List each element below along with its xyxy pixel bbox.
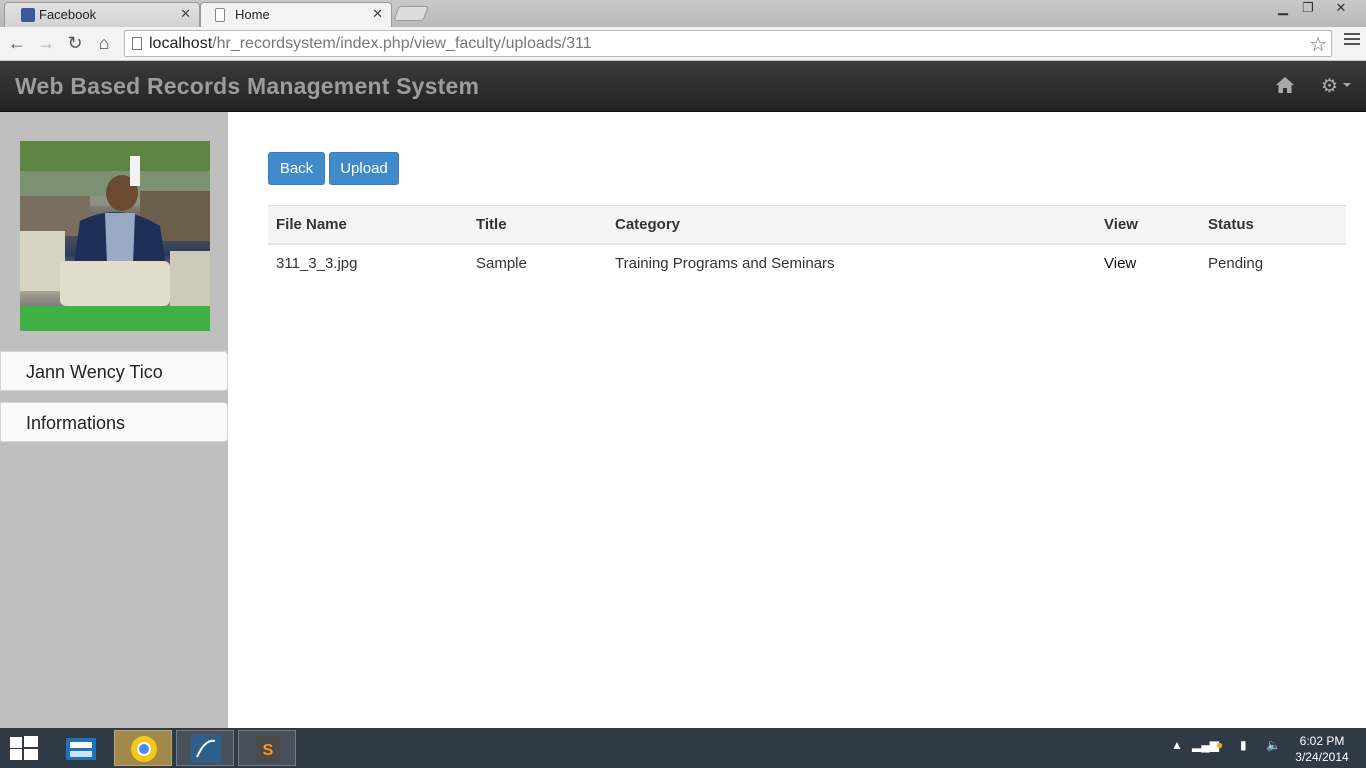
back-arrow-icon[interactable]: ← — [5, 31, 29, 55]
sidebar-item-label: Informations — [26, 413, 126, 433]
power-icon[interactable]: ▮ — [1240, 738, 1247, 752]
close-window-icon[interactable]: ✕ — [1326, 0, 1356, 18]
home-browser-icon[interactable]: ⌂ — [92, 31, 116, 55]
show-hidden-icons-icon[interactable]: ▲ — [1171, 738, 1183, 752]
tab-label: Home — [235, 7, 270, 22]
sidebar: Jann Wency Tico Informations — [0, 112, 228, 728]
url-path: /hr_recordsystem/index.php/view_faculty/… — [212, 35, 592, 52]
close-tab-icon[interactable]: ✕ — [372, 6, 383, 22]
forward-arrow-icon[interactable]: → — [34, 31, 58, 55]
cell-title: Sample — [476, 255, 527, 272]
system-clock[interactable]: 6:02 PM 3/24/2014 — [1292, 733, 1352, 765]
mysql-workbench-icon[interactable] — [176, 730, 234, 766]
page-favicon-icon — [215, 8, 225, 22]
uploads-table: File Name Title Category View Status 311… — [268, 205, 1346, 283]
bookmark-star-icon[interactable]: ☆ — [1309, 32, 1327, 57]
clock-date: 3/24/2014 — [1295, 750, 1349, 764]
address-bar[interactable]: localhost/hr_recordsystem/index.php/view… — [124, 30, 1332, 57]
column-header-category: Category — [615, 215, 681, 233]
page-icon — [132, 37, 142, 50]
cell-category: Training Programs and Seminars — [615, 255, 835, 272]
clock-time: 6:02 PM — [1299, 734, 1345, 748]
reload-icon[interactable]: ↻ — [63, 31, 87, 55]
table-row: 311_3_3.jpg Sample Training Programs and… — [268, 244, 1346, 283]
cell-status: Pending — [1208, 255, 1264, 272]
column-header-title: Title — [476, 215, 507, 233]
url-host: localhost — [149, 35, 213, 52]
browser-tabstrip: Facebook ✕ Home ✕ ▁ ❐ ✕ — [0, 0, 1366, 27]
browser-toolbar: ← → ↻ ⌂ localhost/hr_recordsystem/index.… — [0, 27, 1366, 61]
chevron-down-icon[interactable] — [1343, 83, 1351, 87]
tab-home[interactable]: Home ✕ — [200, 2, 392, 27]
column-header-view: View — [1104, 215, 1138, 233]
new-tab-button[interactable] — [393, 6, 429, 21]
view-link[interactable]: View — [1104, 255, 1136, 272]
column-header-status: Status — [1208, 215, 1254, 233]
avast-icon[interactable]: ● — [1216, 738, 1223, 752]
gear-icon[interactable]: ⚙ — [1321, 75, 1338, 98]
sidebar-item-informations[interactable]: Informations — [0, 402, 228, 442]
app-title[interactable]: Web Based Records Management System — [15, 73, 479, 100]
volume-icon[interactable]: 🔈 — [1266, 738, 1281, 752]
tab-facebook[interactable]: Facebook ✕ — [4, 2, 200, 27]
facebook-favicon-icon — [21, 8, 35, 22]
minimize-icon[interactable]: ▁ — [1270, 0, 1296, 18]
sidebar-item-label: Jann Wency Tico — [26, 362, 163, 382]
tab-label: Facebook — [39, 7, 97, 22]
restore-icon[interactable]: ❐ — [1295, 0, 1321, 18]
profile-photo — [20, 141, 210, 331]
sidebar-user-name[interactable]: Jann Wency Tico — [0, 351, 228, 391]
sublime-text-icon[interactable]: S — [238, 730, 296, 766]
svg-text:S: S — [263, 742, 274, 759]
table-header-row: File Name Title Category View Status — [268, 205, 1346, 244]
home-icon[interactable] — [1275, 75, 1295, 95]
chrome-taskbar-icon[interactable] — [114, 730, 172, 766]
windows-taskbar: S ▲ ▂▄▆ ● ▮ 🔈 6:02 PM 3/24/2014 — [0, 728, 1366, 768]
app-navbar: Web Based Records Management System ⚙ — [0, 61, 1366, 112]
network-icon[interactable]: ▂▄▆ — [1192, 738, 1219, 752]
close-tab-icon[interactable]: ✕ — [180, 6, 191, 22]
file-explorer-icon[interactable] — [52, 730, 110, 766]
cell-file-name: 311_3_3.jpg — [276, 255, 358, 272]
browser-menu-icon[interactable] — [1344, 33, 1360, 49]
column-header-file-name: File Name — [276, 215, 347, 233]
windows-start-icon[interactable] — [10, 736, 38, 761]
upload-button[interactable]: Upload — [329, 152, 399, 185]
back-button[interactable]: Back — [268, 152, 325, 185]
